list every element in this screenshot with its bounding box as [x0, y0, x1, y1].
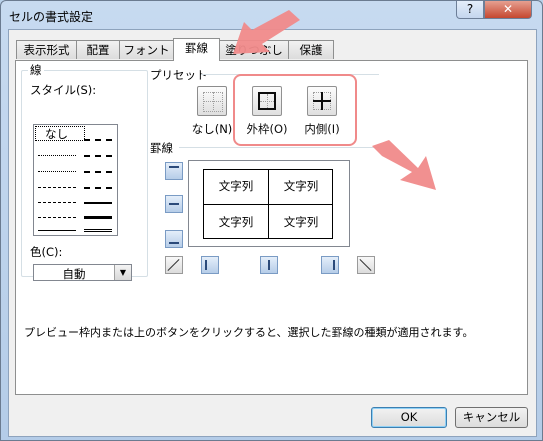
- arrow-icon: [233, 10, 300, 54]
- arrow-icon: [372, 140, 436, 190]
- tab-border[interactable]: 罫線: [173, 38, 220, 61]
- annotation-arrows: [233, 10, 436, 190]
